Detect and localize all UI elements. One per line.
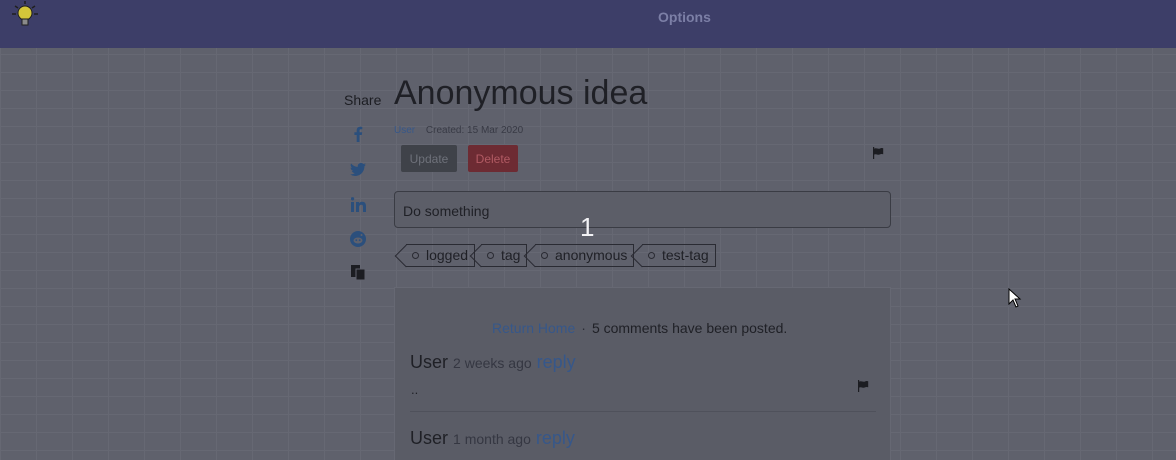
idea-description: Do something (394, 191, 891, 228)
top-navbar: Options (0, 0, 1176, 48)
share-label: Share (344, 92, 382, 108)
reply-link[interactable]: reply (536, 428, 575, 448)
comment-body: .. (411, 382, 419, 397)
reddit-icon[interactable] (350, 231, 366, 247)
tag-hole-icon (648, 252, 655, 259)
comments-header: Return Home · 5 comments have been posted. (492, 320, 787, 336)
separator: · (581, 320, 586, 336)
tag-label: test-tag (662, 247, 709, 263)
tag-hole-icon (412, 252, 419, 259)
tag-label: tag (501, 247, 521, 263)
update-button[interactable]: Update (401, 145, 457, 172)
idea-title: Anonymous idea (394, 74, 648, 112)
mouse-cursor-icon (1008, 288, 1022, 308)
comment-divider (410, 411, 876, 412)
tag-hole-icon (541, 252, 548, 259)
comment-1: User 2 weeks ago reply (410, 352, 576, 373)
tag-logged[interactable]: logged (406, 244, 476, 267)
comment-author[interactable]: User (410, 428, 448, 448)
facebook-icon[interactable] (350, 126, 366, 142)
twitter-icon[interactable] (350, 161, 366, 177)
flag-icon[interactable] (857, 380, 869, 392)
tag-label: anonymous (555, 247, 628, 263)
linkedin-icon[interactable] (350, 196, 366, 212)
share-panel: Share (344, 92, 384, 280)
created-date: Created: 15 Mar 2020 (425, 125, 524, 136)
author-link[interactable]: User (394, 125, 415, 136)
tag-test-tag[interactable]: test-tag (642, 244, 716, 267)
copy-icon[interactable] (350, 264, 366, 280)
tag-anonymous[interactable]: anonymous (535, 244, 635, 267)
tag-label: logged (426, 247, 469, 263)
options-menu[interactable]: Options (658, 9, 711, 25)
comments-summary: 5 comments have been posted. (591, 320, 788, 336)
delete-button[interactable]: Delete (468, 145, 518, 172)
tag-tag[interactable]: tag (481, 244, 528, 267)
return-home-link[interactable]: Return Home (492, 320, 575, 336)
comment-time: 2 weeks ago (453, 355, 532, 371)
comment-2: User 1 month ago reply (410, 428, 575, 449)
tag-hole-icon (487, 252, 494, 259)
flag-icon[interactable] (872, 147, 884, 159)
reply-link[interactable]: reply (537, 352, 576, 372)
lightbulb-logo-icon[interactable] (10, 0, 40, 30)
comments-panel: Return Home · 5 comments have been posted.… (394, 287, 891, 460)
vote-count: 1 (580, 212, 595, 242)
comment-time: 1 month ago (453, 431, 531, 447)
idea-meta: User Created: 15 Mar 2020 (394, 125, 523, 136)
comment-author[interactable]: User (410, 352, 448, 372)
